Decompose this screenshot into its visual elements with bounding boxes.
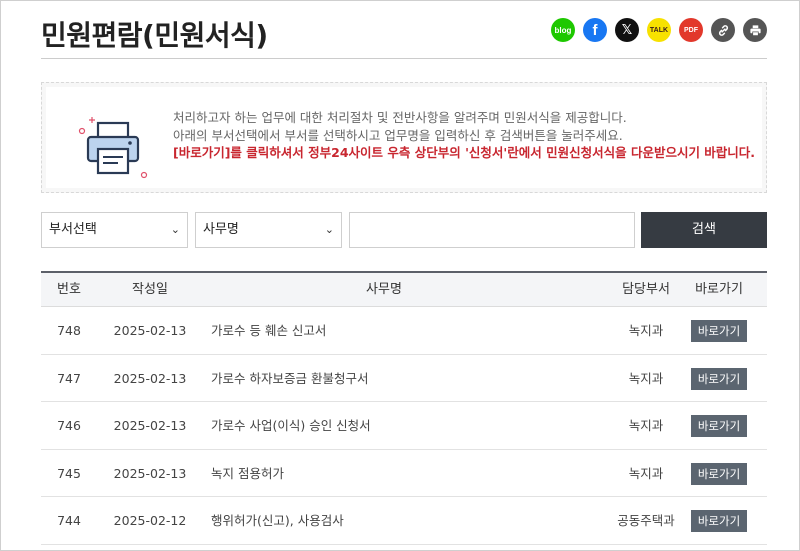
forms-table: 번호 작성일 사무명 담당부서 바로가기 748 2025-02-13 가로수 … [41, 271, 767, 545]
table-row: 748 2025-02-13 가로수 등 훼손 신고서 녹지과 바로가기 [41, 307, 767, 355]
row-task-name: 가로수 등 훼손 신고서 [211, 323, 327, 338]
task-name-select[interactable]: 사무명 ⌄ [195, 212, 342, 248]
search-bar: 부서선택 ⌄ 사무명 ⌄ 검색 [41, 212, 767, 248]
info-line-1: 처리하고자 하는 업무에 대한 처리절차 및 전반사항을 알려주며 민원서식을 … [173, 110, 627, 125]
row-number: 747 [57, 370, 81, 386]
row-shortcut-cell: 바로가기 [671, 450, 767, 497]
search-button[interactable]: 검색 [641, 212, 767, 248]
shortcut-button[interactable]: 바로가기 [690, 510, 748, 532]
chevron-down-icon: ⌄ [170, 223, 180, 236]
info-line-2: 아래의 부서선택에서 부서를 선택하시고 업무명을 입력하신 후 검색버튼을 눌… [173, 127, 623, 143]
info-box: 처리하고자 하는 업무에 대한 처리절차 및 전반사항을 알려주며 민원서식을 … [41, 82, 767, 193]
table-row: 745 2025-02-13 녹지 점용허가 녹지과 바로가기 [41, 450, 767, 497]
facebook-icon[interactable]: f [583, 18, 607, 42]
row-task-name: 녹지 점용허가 [211, 465, 284, 481]
row-shortcut-cell: 바로가기 [671, 402, 767, 449]
row-date: 2025-02-13 [113, 323, 187, 338]
row-shortcut-cell: 바로가기 [671, 355, 767, 402]
task-name-select-value: 사무명 [203, 222, 239, 237]
row-date: 2025-02-12 [113, 513, 187, 528]
row-date: 2025-02-13 [113, 418, 187, 433]
info-text: 처리하고자 하는 업무에 대한 처리절차 및 전반사항을 알려주며 민원서식을 … [173, 109, 755, 162]
table-row: 746 2025-02-13 가로수 사업(이식) 승인 신청서 녹지과 바로가… [41, 402, 767, 450]
row-task-name: 가로수 사업(이식) 승인 신청서 [211, 418, 371, 433]
x-icon[interactable]: 𝕏 [615, 18, 639, 42]
table-row: 744 2025-02-12 행위허가(신고), 사용검사 공동주택과 바로가기 [41, 497, 767, 545]
row-task-name: 가로수 하자보증금 환불청구서 [211, 370, 369, 386]
info-box-inner: 처리하고자 하는 업무에 대한 처리절차 및 전반사항을 알려주며 민원서식을 … [46, 87, 762, 188]
pdf-icon[interactable]: PDF [679, 18, 703, 42]
info-line-warning: [바로가기]를 클릭하셔서 정부24사이트 우측 상단부의 '신청서'란에서 민… [173, 145, 756, 160]
row-number: 746 [57, 418, 81, 433]
row-shortcut-cell: 바로가기 [671, 497, 767, 544]
page-title: 민원편람(민원서식) [41, 19, 268, 52]
row-number: 744 [57, 513, 81, 528]
row-date: 2025-02-13 [113, 370, 187, 386]
header-task-name: 사무명 [366, 282, 402, 297]
kakao-talk-icon[interactable]: TALK [647, 18, 671, 42]
row-task-name: 행위허가(신고), 사용검사 [211, 513, 344, 528]
department-select[interactable]: 부서선택 ⌄ [41, 212, 188, 248]
print-icon[interactable] [743, 18, 767, 42]
header-number: 번호 [57, 282, 81, 297]
row-number: 745 [57, 465, 81, 481]
header-date: 작성일 [132, 282, 168, 297]
blog-icon[interactable]: blog [551, 18, 575, 42]
printer-icon [78, 117, 148, 179]
header-shortcut: 바로가기 [695, 282, 743, 297]
shortcut-button[interactable]: 바로가기 [690, 367, 748, 390]
print-glyph [749, 24, 761, 36]
row-shortcut-cell: 바로가기 [671, 307, 767, 354]
header-divider [41, 58, 767, 59]
department-select-value: 부서선택 [49, 222, 97, 237]
table-row: 747 2025-02-13 가로수 하자보증금 환불청구서 녹지과 바로가기 [41, 355, 767, 402]
share-bar: blog f 𝕏 TALK PDF [551, 18, 767, 42]
row-date: 2025-02-13 [113, 465, 187, 481]
page-header: 민원편람(민원서식) blog f 𝕏 TALK PDF [41, 10, 767, 58]
search-input[interactable] [349, 212, 635, 248]
link-icon[interactable] [711, 18, 735, 42]
table-header: 번호 작성일 사무명 담당부서 바로가기 [41, 271, 767, 307]
link-glyph [718, 24, 728, 36]
row-number: 748 [57, 323, 81, 338]
shortcut-button[interactable]: 바로가기 [690, 462, 748, 485]
shortcut-button[interactable]: 바로가기 [690, 415, 748, 437]
chevron-down-icon: ⌄ [324, 223, 334, 236]
shortcut-button[interactable]: 바로가기 [690, 320, 748, 342]
